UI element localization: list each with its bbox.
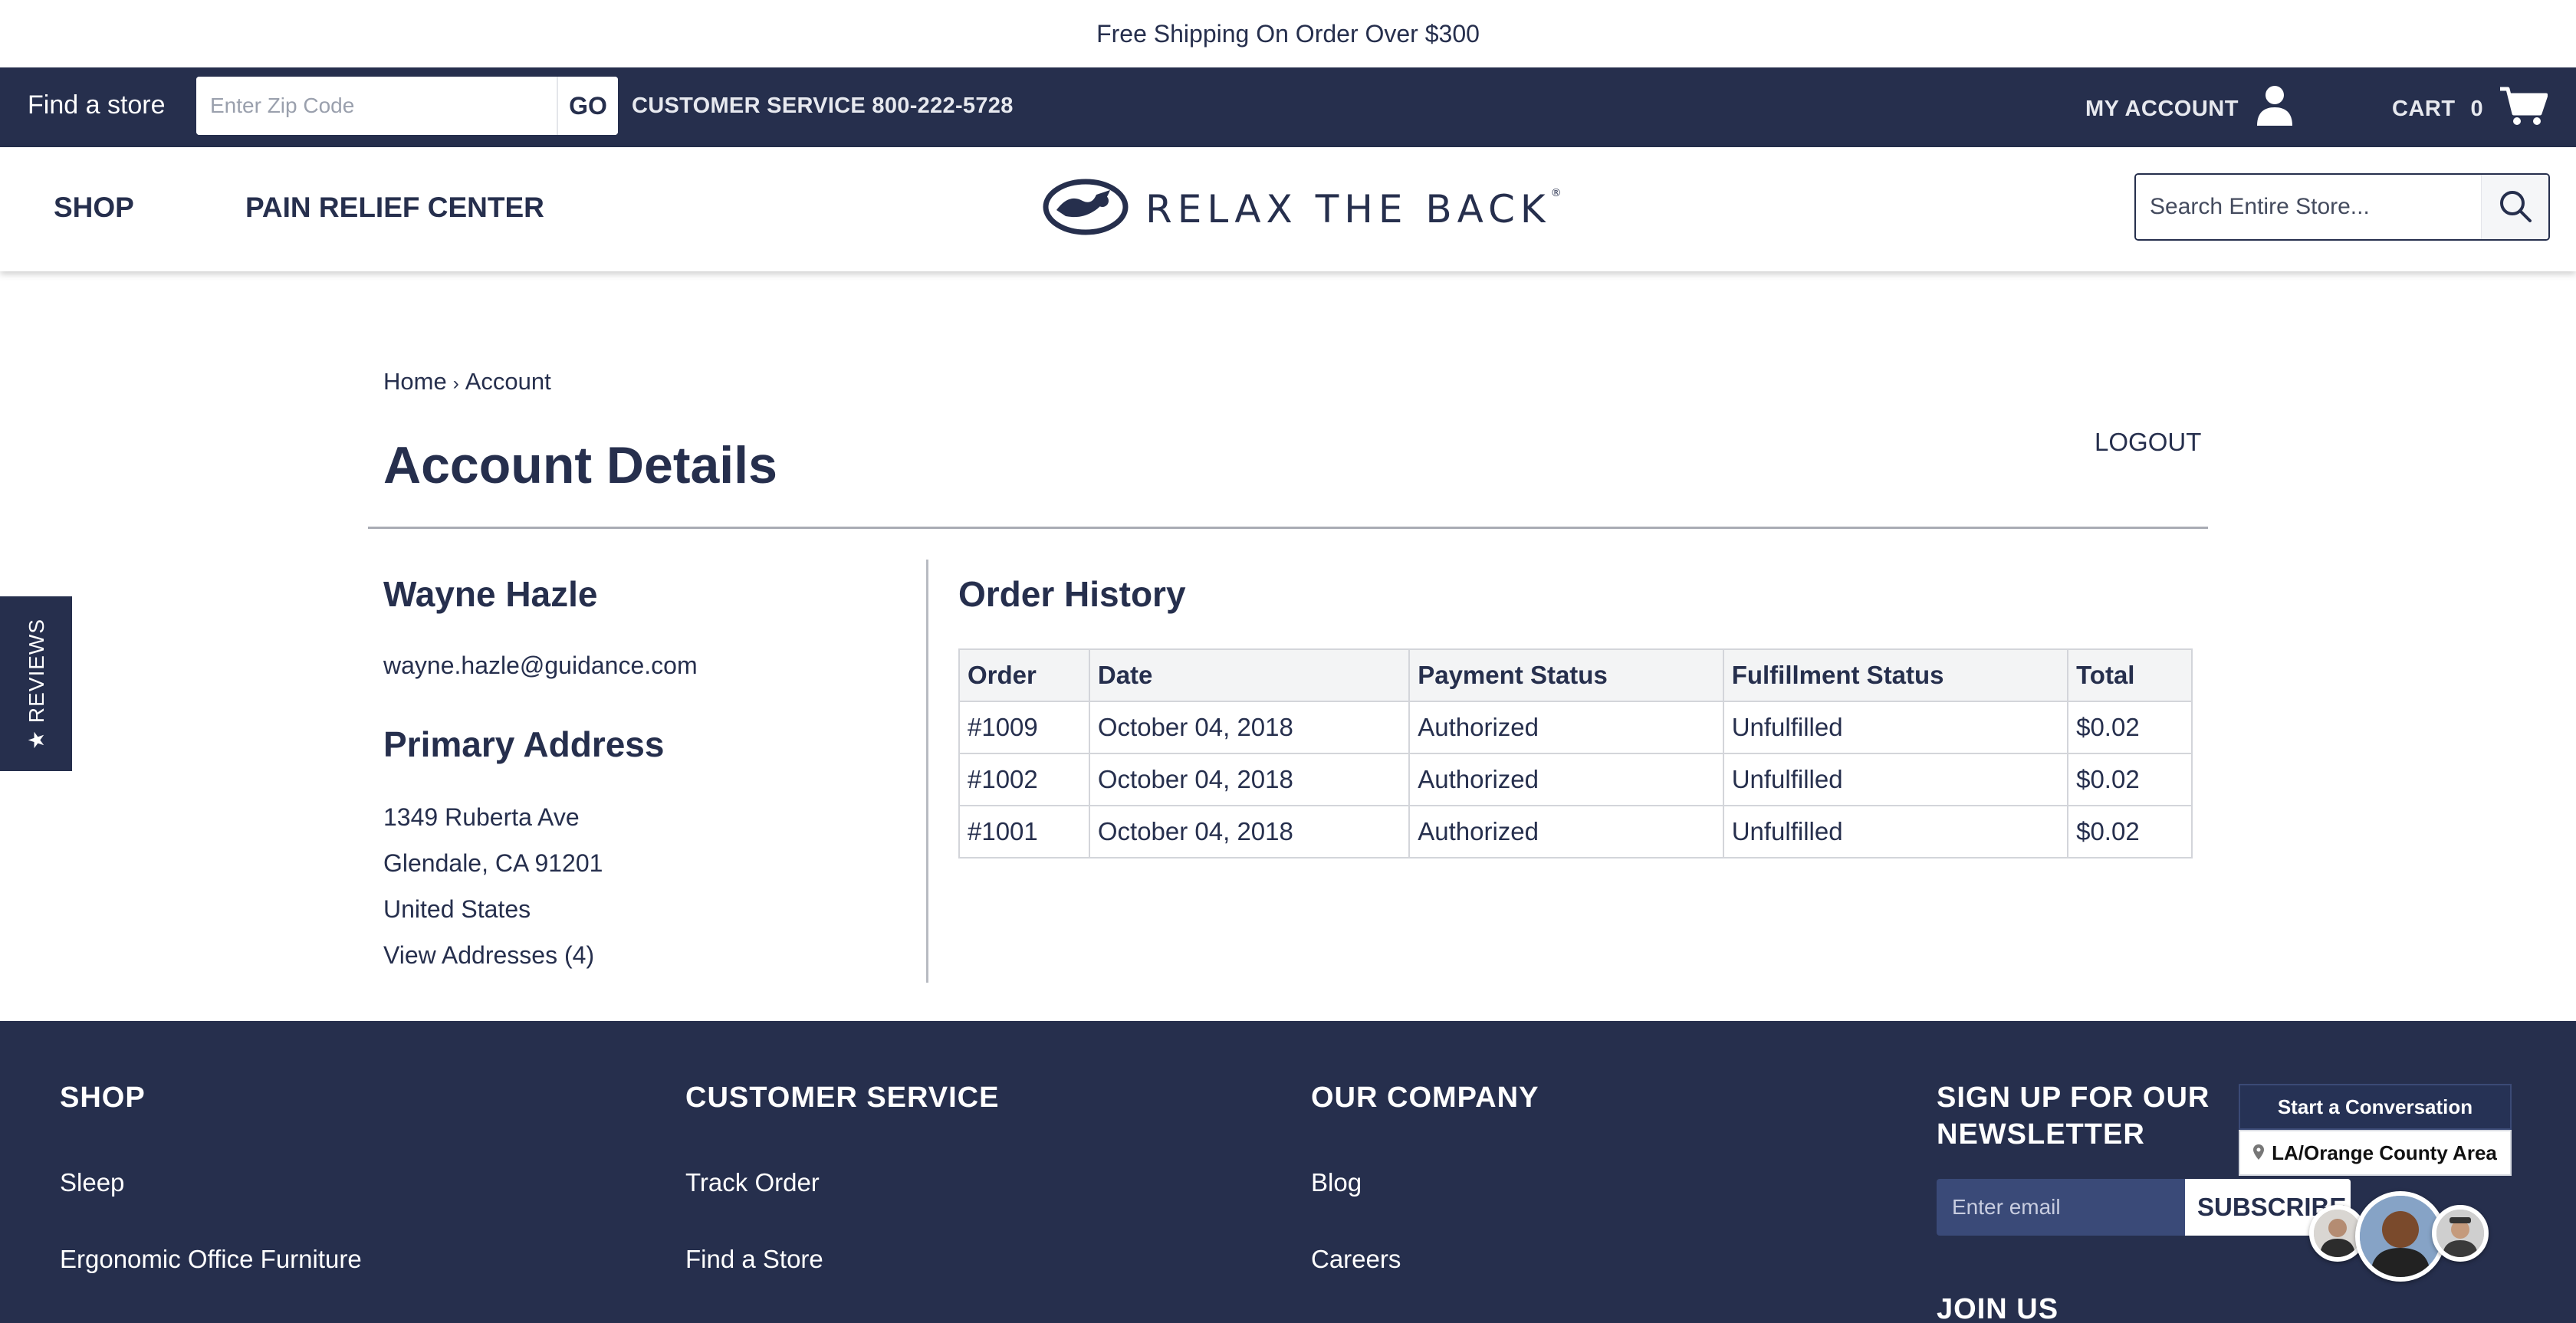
my-account-label: MY ACCOUNT [2085, 96, 2239, 121]
page-title: Account Details [383, 436, 777, 494]
chat-area-label: LA/Orange County Area [2272, 1141, 2497, 1164]
order-history-table: Order Date Payment Status Fulfillment St… [958, 648, 2193, 858]
footer-link-find-a-store[interactable]: Find a Store [685, 1245, 823, 1274]
order-date: October 04, 2018 [1088, 753, 1411, 806]
logo-wordmark: RELAX THE BACK® [1145, 187, 1567, 231]
customer-name: Wayne Hazle [383, 574, 598, 614]
column-divider [926, 560, 928, 983]
payment-status: Authorized [1408, 805, 1724, 858]
agent-avatar-right[interactable] [2432, 1205, 2489, 1262]
nav-shop[interactable]: SHOP [54, 192, 134, 224]
breadcrumb-current: Account [465, 368, 551, 395]
footer-link-sleep[interactable]: Sleep [60, 1168, 124, 1197]
footer-link-track-order[interactable]: Track Order [685, 1168, 820, 1197]
footer-heading-customer-service: CUSTOMER SERVICE [685, 1082, 1000, 1114]
cart-label: CART [2392, 96, 2456, 121]
relax-the-back-logo [1043, 178, 1129, 240]
payment-status: Authorized [1408, 753, 1724, 806]
newsletter-heading: SIGN UP FOR OUR NEWSLETTER [1937, 1082, 2210, 1151]
cart-icon [2499, 84, 2548, 133]
newsletter-email-input[interactable] [1937, 1179, 2185, 1236]
address-line-city: Glendale, CA 91201 [383, 849, 603, 877]
table-header-row: Order Date Payment Status Fulfillment St… [958, 648, 2193, 702]
primary-address-heading: Primary Address [383, 724, 665, 764]
chat-location-selector[interactable]: LA/Orange County Area [2239, 1130, 2512, 1176]
table-row: #1001 October 04, 2018 Authorized Unfulf… [958, 805, 2193, 858]
logo-registered-mark: ® [1550, 186, 1567, 199]
title-divider [368, 527, 2208, 529]
logout-link[interactable]: LOGOUT [2095, 428, 2201, 457]
table-row: #1002 October 04, 2018 Authorized Unfulf… [958, 753, 2193, 806]
breadcrumb-home[interactable]: Home [383, 368, 447, 395]
footer-column-newsletter: SIGN UP FOR OUR NEWSLETTER [1937, 1079, 2228, 1153]
footer-column-customer-service: CUSTOMER SERVICE [685, 1079, 999, 1116]
view-addresses-link[interactable]: View Addresses (4) [383, 941, 594, 970]
column-header-total: Total [2067, 648, 2193, 702]
location-pin-icon [2253, 1141, 2265, 1165]
reviews-tab[interactable]: ★ REVIEWS [0, 596, 72, 771]
footer-column-our-company: OUR COMPANY [1311, 1079, 1539, 1116]
column-header-fulfillment-status: Fulfillment Status [1722, 648, 2069, 702]
order-history-heading: Order History [958, 574, 1186, 614]
column-header-date: Date [1088, 648, 1411, 702]
column-header-payment-status: Payment Status [1408, 648, 1724, 702]
nav-pain-relief-center[interactable]: PAIN RELIEF CENTER [245, 192, 544, 224]
order-number-link[interactable]: #1002 [958, 753, 1090, 806]
footer-link-blog[interactable]: Blog [1311, 1168, 1362, 1197]
order-date: October 04, 2018 [1088, 701, 1411, 754]
zip-search: GO [196, 77, 618, 135]
fulfillment-status: Unfulfilled [1722, 701, 2069, 754]
logo-text: RELAX THE BACK [1145, 186, 1551, 231]
breadcrumb: Home › Account [383, 368, 551, 396]
newsletter-form: SUBSCRIBE [1937, 1179, 2351, 1236]
search-input[interactable] [2136, 175, 2481, 239]
find-store-label: Find a store [28, 90, 166, 120]
user-icon [2256, 84, 2294, 133]
search-icon [2498, 189, 2533, 226]
fulfillment-status: Unfulfilled [1722, 805, 2069, 858]
column-header-order: Order [958, 648, 1090, 702]
order-total: $0.02 [2067, 753, 2193, 806]
join-us-heading: JOIN US [1937, 1293, 2059, 1323]
zip-go-button[interactable]: GO [557, 77, 618, 135]
zip-code-input[interactable] [196, 77, 557, 135]
payment-status: Authorized [1408, 701, 1724, 754]
footer: SHOP Sleep Ergonomic Office Furniture CU… [0, 1021, 2576, 1323]
customer-service-phone[interactable]: CUSTOMER SERVICE 800-222-5728 [632, 94, 1014, 119]
breadcrumb-separator: › [452, 373, 459, 394]
search-button[interactable] [2481, 175, 2548, 239]
site-search [2134, 173, 2550, 241]
announcement-bar: Free Shipping On Order Over $300 [0, 0, 2576, 67]
order-total: $0.02 [2067, 701, 2193, 754]
address-line-street: 1349 Ruberta Ave [383, 803, 580, 831]
customer-email: wayne.hazle@guidance.com [383, 652, 698, 679]
cart-count: 0 [2470, 96, 2484, 121]
start-conversation-button[interactable]: Start a Conversation [2239, 1084, 2512, 1130]
announcement-text: Free Shipping On Order Over $300 [1096, 19, 1480, 48]
utility-bar: Find a store GO CUSTOMER SERVICE 800-222… [0, 67, 2576, 147]
my-account-link[interactable]: MY ACCOUNT [2085, 84, 2294, 133]
table-row: #1009 October 04, 2018 Authorized Unfulf… [958, 701, 2193, 754]
main-header: SHOP PAIN RELIEF CENTER RELAX THE BACK® [0, 147, 2576, 271]
order-number-link[interactable]: #1009 [958, 701, 1090, 754]
footer-heading-shop: SHOP [60, 1082, 146, 1114]
footer-link-ergonomic-office-furniture[interactable]: Ergonomic Office Furniture [60, 1245, 362, 1274]
order-total: $0.02 [2067, 805, 2193, 858]
site-logo[interactable]: RELAX THE BACK® [1043, 178, 1567, 240]
footer-link-careers[interactable]: Careers [1311, 1245, 1401, 1274]
footer-column-shop: SHOP [60, 1079, 146, 1116]
fulfillment-status: Unfulfilled [1722, 753, 2069, 806]
address-line-country: United States [383, 895, 531, 923]
order-number-link[interactable]: #1001 [958, 805, 1090, 858]
order-date: October 04, 2018 [1088, 805, 1411, 858]
reviews-tab-label: ★ REVIEWS [24, 618, 48, 750]
cart-link[interactable]: CART 0 [2392, 84, 2548, 133]
footer-heading-our-company: OUR COMPANY [1311, 1082, 1539, 1114]
